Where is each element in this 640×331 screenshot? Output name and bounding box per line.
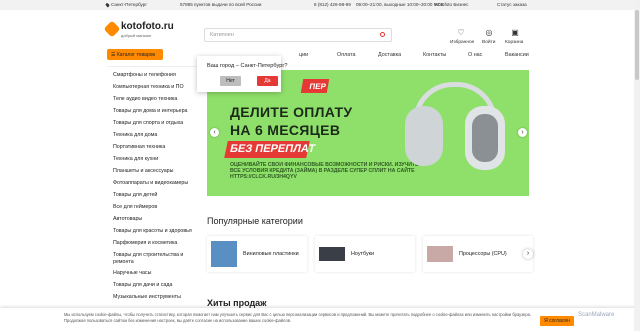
sidebar-item-garden[interactable]: Товары для дачи и сада bbox=[113, 282, 197, 289]
city-confirm-no-button[interactable]: Нет bbox=[220, 76, 241, 86]
sidebar-item-kids[interactable]: Товары для детей bbox=[113, 192, 197, 199]
banner-prev-arrow-icon[interactable]: ‹ bbox=[210, 128, 219, 137]
banner-line-1: ДЕЛИТЕ ОПЛАТУ bbox=[230, 104, 353, 120]
working-hours: 09:00–21:00, выходные 10:00–20:00 МСК bbox=[356, 2, 444, 7]
search-icon[interactable] bbox=[380, 32, 385, 37]
category-card-laptops[interactable]: Ноутбуки bbox=[315, 236, 415, 272]
sidebar-item-computers[interactable]: Компьютерная техника и ПО bbox=[113, 84, 197, 91]
sidebar-item-auto[interactable]: Автотовары bbox=[113, 216, 197, 223]
nav-item-promotions[interactable]: ции bbox=[299, 52, 308, 58]
scrollbar[interactable] bbox=[634, 0, 640, 331]
nav-item-vacancies[interactable]: Вакансии bbox=[505, 52, 529, 58]
sidebar-item-tv-audio[interactable]: Теле аудио видео техника bbox=[113, 96, 197, 103]
sidebar-item-beauty[interactable]: Товары для красоты и здоровья bbox=[113, 228, 197, 235]
sidebar-item-tablets[interactable]: Планшеты и аксессуары bbox=[113, 168, 197, 175]
cookie-accept-button[interactable]: Я согласен bbox=[540, 316, 574, 326]
catalog-button-label: Каталог товаров bbox=[116, 52, 156, 58]
sidebar-item-home-interior[interactable]: Товары для дома и интерьера bbox=[113, 108, 197, 115]
sidebar-item-watches[interactable]: Наручные часы bbox=[113, 270, 197, 277]
nav-item-contacts[interactable]: Контакты bbox=[423, 52, 446, 58]
login-label[interactable]: Войти bbox=[482, 40, 495, 45]
sidebar-divider bbox=[107, 66, 197, 67]
cart-icon[interactable]: ▣ bbox=[510, 29, 520, 37]
banner-line-3: БЕЗ ПЕРЕПЛАТ bbox=[224, 141, 316, 158]
popular-categories-title: Популярные категории bbox=[207, 216, 303, 226]
category-card-label: Процессоры (CPU) bbox=[459, 251, 507, 257]
sidebar-item-kitchen[interactable]: Техника для кухни bbox=[113, 156, 197, 163]
cookie-banner: Мы используем cookie-файлы, чтобы получи… bbox=[0, 308, 640, 331]
city-confirm-yes-button[interactable]: Да bbox=[257, 76, 278, 86]
sidebar-item-sport[interactable]: Товары для спорта и отдыха bbox=[113, 120, 197, 127]
watermark-text: ScanMalware bbox=[578, 312, 615, 318]
sidebar-item-music[interactable]: Музыкальные инструменты bbox=[113, 294, 197, 301]
city-selector[interactable]: Санкт-Петербург bbox=[105, 2, 147, 8]
heart-icon[interactable]: ♡ bbox=[456, 29, 466, 37]
logo-icon[interactable] bbox=[103, 20, 121, 38]
category-card-label: Ноутбуки bbox=[351, 251, 375, 257]
category-card-label: Виниловые пластинки bbox=[243, 251, 299, 257]
sidebar-item-gamers[interactable]: Все для геймеров bbox=[113, 204, 197, 211]
sidebar-item-smartphones[interactable]: Смартфоны и телефония bbox=[113, 72, 197, 79]
order-status-link[interactable]: Статус заказа bbox=[497, 2, 527, 7]
header: kotofoto.ru добрый магазин Катипоен ♡ Из… bbox=[0, 10, 640, 45]
sidebar-item-cameras[interactable]: Фотоаппараты и видеокамеры bbox=[113, 180, 197, 187]
cpu-image bbox=[427, 246, 453, 262]
city-confirm-popup: Ваш город – Санкт-Петербург? Нет Да bbox=[197, 56, 287, 92]
logo-text[interactable]: kotofoto.ru bbox=[121, 21, 174, 32]
cookie-text: Мы используем cookie-файлы, чтобы получи… bbox=[64, 312, 532, 323]
vinyl-image bbox=[211, 241, 237, 267]
sidebar-item-home-appliances[interactable]: Техника для дома bbox=[113, 132, 197, 139]
search-input[interactable]: Катипоен bbox=[204, 28, 392, 42]
pickup-points-text: 57885 пунктов выдачи по всей России bbox=[180, 2, 262, 7]
laptop-image bbox=[319, 247, 345, 261]
category-card-vinyl[interactable]: Виниловые пластинки bbox=[207, 236, 307, 272]
logo-subtitle: добрый магазин bbox=[121, 33, 152, 38]
banner-tag: ПЕР bbox=[300, 79, 330, 93]
carousel-next-arrow-icon[interactable]: › bbox=[523, 249, 533, 259]
sidebar-item-portable[interactable]: Портативная техника bbox=[113, 144, 197, 151]
business-link[interactable]: Kotofoto Бизнес bbox=[435, 2, 468, 7]
nav-item-delivery[interactable]: Доставка bbox=[378, 52, 401, 58]
headphones-cup-left-image bbox=[405, 106, 443, 166]
location-pin-icon bbox=[105, 2, 110, 8]
top-info-bar: Санкт-Петербург 57885 пунктов выдачи по … bbox=[0, 0, 640, 10]
scrollbar-thumb[interactable] bbox=[635, 10, 639, 80]
banner-next-arrow-icon[interactable]: › bbox=[518, 128, 527, 137]
user-icon[interactable]: ◎ bbox=[484, 29, 494, 37]
favorites-label[interactable]: Избранное bbox=[450, 40, 474, 45]
category-card-cpu[interactable]: Процессоры (CPU) bbox=[423, 236, 533, 272]
catalog-button[interactable]: ☰ Каталог товаров bbox=[107, 49, 163, 60]
city-confirm-question: Ваш город – Санкт-Петербург? bbox=[207, 63, 288, 69]
nav-item-about[interactable]: О нас bbox=[468, 52, 482, 58]
hits-title: Хиты продаж bbox=[207, 298, 267, 308]
nav-item-payment[interactable]: Оплата bbox=[337, 52, 356, 58]
banner-fine-print: ОЦЕНИВАЙТЕ СВОИ ФИНАНСОВЫЕ ВОЗМОЖНОСТИ И… bbox=[230, 162, 419, 180]
banner-line-2: НА 6 МЕСЯЦЕВ bbox=[230, 122, 341, 138]
cart-label[interactable]: Корзина bbox=[505, 40, 523, 45]
search-placeholder: Катипоен bbox=[210, 32, 234, 38]
sidebar-item-construction[interactable]: Товары для строительства и ремонта bbox=[113, 252, 197, 265]
headphones-pad-image bbox=[472, 114, 498, 162]
sidebar-item-perfume[interactable]: Парфюмерия и косметика bbox=[113, 240, 197, 247]
phone-number[interactable]: 8 (812) 426-98-99 bbox=[314, 2, 351, 7]
